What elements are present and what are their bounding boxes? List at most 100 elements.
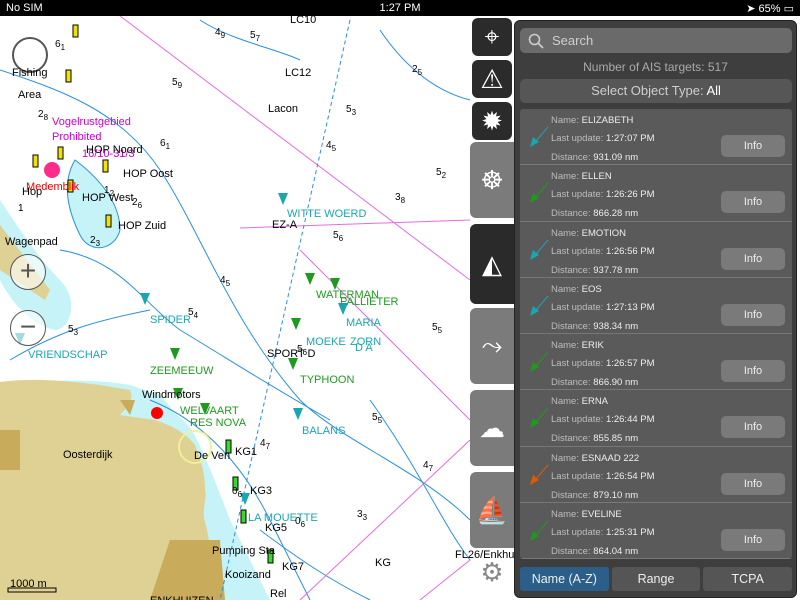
map-label: KG7 <box>282 561 304 573</box>
ais-vessel-icon <box>170 348 180 360</box>
yellow-buoy-icon <box>32 154 39 168</box>
depth-sounding: 47 <box>260 438 271 451</box>
ais-vessel-icon <box>530 520 549 542</box>
map-label: LC10 <box>290 16 316 26</box>
toolbar-button-warning[interactable]: ⚠ <box>472 60 512 98</box>
map-label: De Ven <box>194 450 230 462</box>
target-distance: 879.10 nm <box>593 489 639 501</box>
crosshair-boat-icon: ⌖ <box>484 21 500 51</box>
map-label: Oosterdijk <box>63 449 113 461</box>
battery: ➤ 65% ▭ <box>746 2 794 15</box>
toolbar-button-ais[interactable]: ◭ <box>470 224 514 304</box>
info-button[interactable]: Info <box>721 135 785 157</box>
ais-target-row[interactable]: Name: ESNAAD 222 Last update: 1:26:54 PM… <box>520 447 792 504</box>
info-button[interactable]: Info <box>721 360 785 383</box>
depth-sounding: 61 <box>55 39 66 52</box>
settings-gears-icon: ⚙ <box>480 556 504 587</box>
depth-sounding: 59 <box>172 77 183 90</box>
object-type-selector[interactable]: Select Object Type: All <box>520 79 792 103</box>
ais-target-row[interactable]: Name: ELIZABETH Last update: 1:27:07 PM … <box>520 109 792 166</box>
toolbar-button-weather[interactable]: ☁ <box>470 390 514 466</box>
map-label: SPIDER <box>150 314 191 326</box>
map-label: MOEKE <box>306 336 346 348</box>
map-label: TYPHOON <box>300 374 354 386</box>
ais-target-row[interactable]: Name: EOS Last update: 1:27:13 PM Distan… <box>520 278 792 335</box>
depth-sounding: 38 <box>395 192 406 205</box>
depth-sounding: 1 <box>18 203 24 214</box>
search-field[interactable] <box>520 28 792 53</box>
yellow-buoy-icon <box>102 159 109 173</box>
map-label: Area <box>18 89 42 101</box>
depth-sounding: 28 <box>38 109 49 122</box>
target-distance: 931.09 nm <box>593 152 639 163</box>
map-label: Windmotors <box>142 389 201 401</box>
map-label: SPORT D <box>267 348 316 360</box>
map-label: KG3 <box>250 485 272 497</box>
ais-vessel-icon <box>140 293 150 305</box>
target-last-update: 1:26:56 PM <box>605 245 655 257</box>
status-bar: No SIM 1:27 PM ➤ 65% ▭ <box>0 0 800 16</box>
target-name: EOS <box>581 283 602 295</box>
map-label: HOP Oost <box>123 168 173 180</box>
ais-target-list[interactable]: Name: ELIZABETH Last update: 1:27:07 PM … <box>520 109 792 559</box>
info-button[interactable]: Info <box>721 247 785 270</box>
target-name: ELLEN <box>581 171 612 183</box>
map-label: D A <box>355 342 373 354</box>
toolbar-button-route[interactable]: ⤳ <box>470 308 514 384</box>
info-button[interactable]: Info <box>721 529 785 552</box>
info-button[interactable]: Info <box>721 303 785 326</box>
search-icon <box>528 33 544 49</box>
info-button[interactable]: Info <box>721 191 785 214</box>
target-last-update: 1:25:31 PM <box>605 527 655 539</box>
target-name: EMOTION <box>581 227 626 239</box>
depth-sounding: 26 <box>132 197 143 210</box>
ais-target-row[interactable]: Name: ELLEN Last update: 1:26:26 PM Dist… <box>520 165 792 222</box>
sort-name-button[interactable]: Name (A-Z) <box>520 567 609 591</box>
ais-target-row[interactable]: Name: ERIK Last update: 1:26:57 PM Dista… <box>520 334 792 391</box>
ais-vessel-icon <box>530 182 549 204</box>
toolbar-button-compass-rose[interactable]: ✹ <box>472 102 512 140</box>
search-input[interactable] <box>552 33 772 48</box>
ais-vessel-icon <box>530 126 549 147</box>
depth-sounding: 57 <box>250 30 261 43</box>
target-last-update: 1:27:13 PM <box>605 301 655 313</box>
ais-target-row[interactable]: Name: EVELINE Last update: 1:25:31 PM Di… <box>520 503 792 559</box>
target-distance: 866.90 nm <box>593 377 639 389</box>
ais-target-count: Number of AIS targets: 517 <box>583 60 728 74</box>
depth-sounding: 55 <box>372 412 383 425</box>
yellow-buoy-icon <box>72 24 79 38</box>
map-label: RES NOVA <box>190 417 247 429</box>
sort-tcpa-button[interactable]: TCPA <box>703 567 793 591</box>
ais-vessel-icon <box>293 408 303 420</box>
light-icon <box>151 407 163 419</box>
target-distance: 855.85 nm <box>593 433 639 445</box>
sort-range-button[interactable]: Range <box>611 567 701 591</box>
ais-target-row[interactable]: Name: EMOTION Last update: 1:26:56 PM Di… <box>520 222 792 278</box>
map-label: VRIENDSCHAP <box>28 349 107 361</box>
map-label: LC12 <box>285 67 311 79</box>
toolbar-button-settings-gears[interactable]: ⚙ <box>470 550 514 594</box>
green-buoy-icon <box>240 509 247 524</box>
toolbar-button-sailboat[interactable]: ⛵ <box>470 472 514 548</box>
target-name: ERIK <box>581 340 604 352</box>
depth-sounding: 33 <box>357 509 368 522</box>
info-button[interactable]: Info <box>721 472 785 495</box>
info-button[interactable]: Info <box>721 416 785 439</box>
target-name: EVELINE <box>581 509 622 521</box>
ais-target-row[interactable]: Name: ERNA Last update: 1:26:44 PM Dista… <box>520 390 792 447</box>
map-label: MARIA <box>346 317 382 329</box>
map-label: KG <box>375 557 391 569</box>
toolbar-button-steering-wheel[interactable]: ☸ <box>470 142 514 218</box>
zoom-out-button[interactable]: − <box>10 310 46 346</box>
target-last-update: 1:26:26 PM <box>605 189 655 201</box>
zoom-in-button[interactable]: + <box>10 254 46 290</box>
depth-sounding: 47 <box>423 460 434 473</box>
toolbar-button-crosshair-boat[interactable]: ⌖ <box>472 18 512 56</box>
map-label: Vogelrustgebied <box>52 116 131 128</box>
depth-sounding: 53 <box>68 324 79 337</box>
ais-vessel-icon <box>530 351 549 373</box>
weather-icon: ☁ <box>479 412 505 443</box>
yellow-buoy-icon <box>105 214 112 228</box>
ais-vessel-icon <box>278 193 288 205</box>
map-label: Prohibited <box>52 131 102 143</box>
